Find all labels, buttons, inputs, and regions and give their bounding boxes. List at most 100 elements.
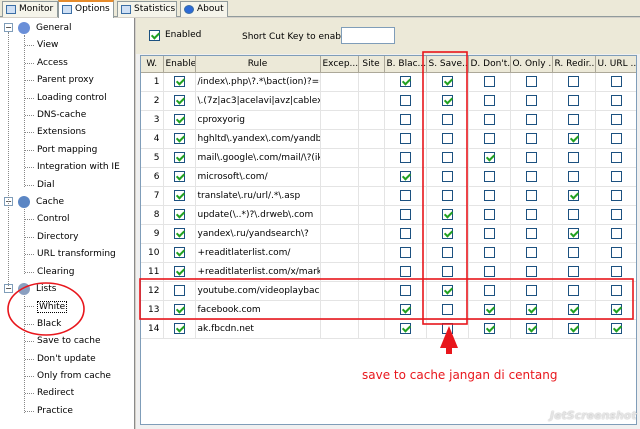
save-checkbox[interactable] xyxy=(441,152,453,163)
exception-cell[interactable] xyxy=(320,167,359,187)
tree-item-parent-proxy[interactable]: Parent proxy xyxy=(37,75,94,85)
table-row[interactable]: 12 youtube.com/videoplayback? xyxy=(141,281,636,301)
enable-checkbox[interactable] xyxy=(173,228,185,239)
column-header[interactable]: O. Only ... xyxy=(510,56,553,73)
redirect-checkbox[interactable] xyxy=(568,228,579,239)
save-checkbox[interactable] xyxy=(441,76,453,87)
tree-item-don-t-update[interactable]: Don't update xyxy=(37,354,96,364)
column-header[interactable]: W. xyxy=(141,56,164,73)
black-checkbox[interactable] xyxy=(399,228,411,239)
url-checkbox[interactable] xyxy=(611,190,622,201)
tree-item-access[interactable]: Access xyxy=(37,58,68,68)
save-checkbox[interactable] xyxy=(441,114,453,125)
column-header[interactable]: R. Redir... xyxy=(552,56,596,73)
site-cell[interactable] xyxy=(358,243,385,263)
table-row[interactable]: 3 cproxyorig xyxy=(141,110,636,130)
url-checkbox[interactable] xyxy=(611,95,622,106)
rule-cell[interactable]: +readitlaterlist.com/ xyxy=(195,243,321,263)
redirect-checkbox[interactable] xyxy=(568,304,579,315)
save-checkbox[interactable] xyxy=(441,209,453,220)
url-checkbox[interactable] xyxy=(611,152,622,163)
enable-checkbox[interactable] xyxy=(173,95,185,106)
enable-checkbox[interactable] xyxy=(173,209,185,220)
exception-cell[interactable] xyxy=(320,243,359,263)
redirect-checkbox[interactable] xyxy=(568,114,579,125)
site-cell[interactable] xyxy=(358,167,385,187)
tree-item-view[interactable]: View xyxy=(37,40,58,50)
table-row[interactable]: 8 update(\..*)?\.drweb\.com xyxy=(141,205,636,225)
dont-update-checkbox[interactable] xyxy=(483,76,495,87)
black-checkbox[interactable] xyxy=(399,133,411,144)
tree-item-clearing[interactable]: Clearing xyxy=(37,267,74,277)
url-checkbox[interactable] xyxy=(611,171,622,182)
table-row[interactable]: 7 translate\.ru/url/.*\.asp xyxy=(141,186,636,206)
site-cell[interactable] xyxy=(358,186,385,206)
redirect-checkbox[interactable] xyxy=(568,171,579,182)
dont-update-checkbox[interactable] xyxy=(483,304,495,315)
save-checkbox[interactable] xyxy=(441,133,453,144)
save-checkbox[interactable] xyxy=(441,190,453,201)
table-row[interactable]: 11 +readitlaterlist.com/x/mark/ xyxy=(141,262,636,282)
only-cache-checkbox[interactable] xyxy=(525,171,537,182)
exception-cell[interactable] xyxy=(320,129,359,149)
site-cell[interactable] xyxy=(358,205,385,225)
enable-checkbox[interactable] xyxy=(173,152,185,163)
site-cell[interactable] xyxy=(358,91,385,111)
exception-cell[interactable] xyxy=(320,205,359,225)
save-checkbox[interactable] xyxy=(441,285,453,296)
column-header[interactable]: Rule xyxy=(195,56,321,73)
column-header[interactable]: Enable xyxy=(163,56,196,73)
enable-checkbox[interactable] xyxy=(173,114,185,125)
table-row[interactable]: 13 facebook.com xyxy=(141,300,636,320)
black-checkbox[interactable] xyxy=(399,285,411,296)
rule-cell[interactable]: translate\.ru/url/.*\.asp xyxy=(195,186,321,206)
column-header[interactable]: D. Don't... xyxy=(468,56,511,73)
rule-cell[interactable]: hghltd\.yandex\.com/yandbt... xyxy=(195,129,321,149)
rule-cell[interactable]: yandex\.ru/yandsearch\? xyxy=(195,224,321,244)
rule-cell[interactable]: mail\.google\.com/mail/\?(ik... xyxy=(195,148,321,168)
site-cell[interactable] xyxy=(358,262,385,282)
dont-update-checkbox[interactable] xyxy=(483,247,495,258)
expander-general[interactable]: − xyxy=(4,23,13,32)
dont-update-checkbox[interactable] xyxy=(483,133,495,144)
dont-update-checkbox[interactable] xyxy=(483,209,495,220)
save-checkbox[interactable] xyxy=(441,228,453,239)
black-checkbox[interactable] xyxy=(399,76,411,87)
only-cache-checkbox[interactable] xyxy=(525,323,537,334)
save-checkbox[interactable] xyxy=(441,95,453,106)
rule-cell[interactable]: microsoft\.com/ xyxy=(195,167,321,187)
black-checkbox[interactable] xyxy=(399,304,411,315)
url-checkbox[interactable] xyxy=(611,247,622,258)
url-checkbox[interactable] xyxy=(611,114,622,125)
only-cache-checkbox[interactable] xyxy=(525,285,537,296)
redirect-checkbox[interactable] xyxy=(568,152,579,163)
exception-cell[interactable] xyxy=(320,148,359,168)
only-cache-checkbox[interactable] xyxy=(525,266,537,277)
table-row[interactable]: 9 yandex\.ru/yandsearch\? xyxy=(141,224,636,244)
dont-update-checkbox[interactable] xyxy=(483,190,495,201)
exception-cell[interactable] xyxy=(320,186,359,206)
only-cache-checkbox[interactable] xyxy=(525,209,537,220)
tree-group-cache[interactable]: Cache xyxy=(36,197,64,207)
only-cache-checkbox[interactable] xyxy=(525,304,537,315)
only-cache-checkbox[interactable] xyxy=(525,152,537,163)
save-checkbox[interactable] xyxy=(441,304,453,315)
redirect-checkbox[interactable] xyxy=(568,133,579,144)
tree-item-practice[interactable]: Practice xyxy=(37,406,73,416)
exception-cell[interactable] xyxy=(320,224,359,244)
site-cell[interactable] xyxy=(358,148,385,168)
rule-cell[interactable]: +readitlaterlist.com/x/mark/ xyxy=(195,262,321,282)
tree-item-directory[interactable]: Directory xyxy=(37,232,78,242)
exception-cell[interactable] xyxy=(320,110,359,130)
rule-cell[interactable]: youtube.com/videoplayback? xyxy=(195,281,321,301)
black-checkbox[interactable] xyxy=(399,171,411,182)
shortcut-input[interactable] xyxy=(341,27,395,44)
url-checkbox[interactable] xyxy=(611,323,622,334)
url-checkbox[interactable] xyxy=(611,266,622,277)
exception-cell[interactable] xyxy=(320,72,359,92)
table-row[interactable]: 5 mail\.google\.com/mail/\?(ik... xyxy=(141,148,636,168)
redirect-checkbox[interactable] xyxy=(568,323,579,334)
rule-cell[interactable]: \.(7z|ac3|acelavi|avz|cablexe... xyxy=(195,91,321,111)
enable-checkbox[interactable] xyxy=(173,133,185,144)
tree-item-dial[interactable]: Dial xyxy=(37,180,54,190)
